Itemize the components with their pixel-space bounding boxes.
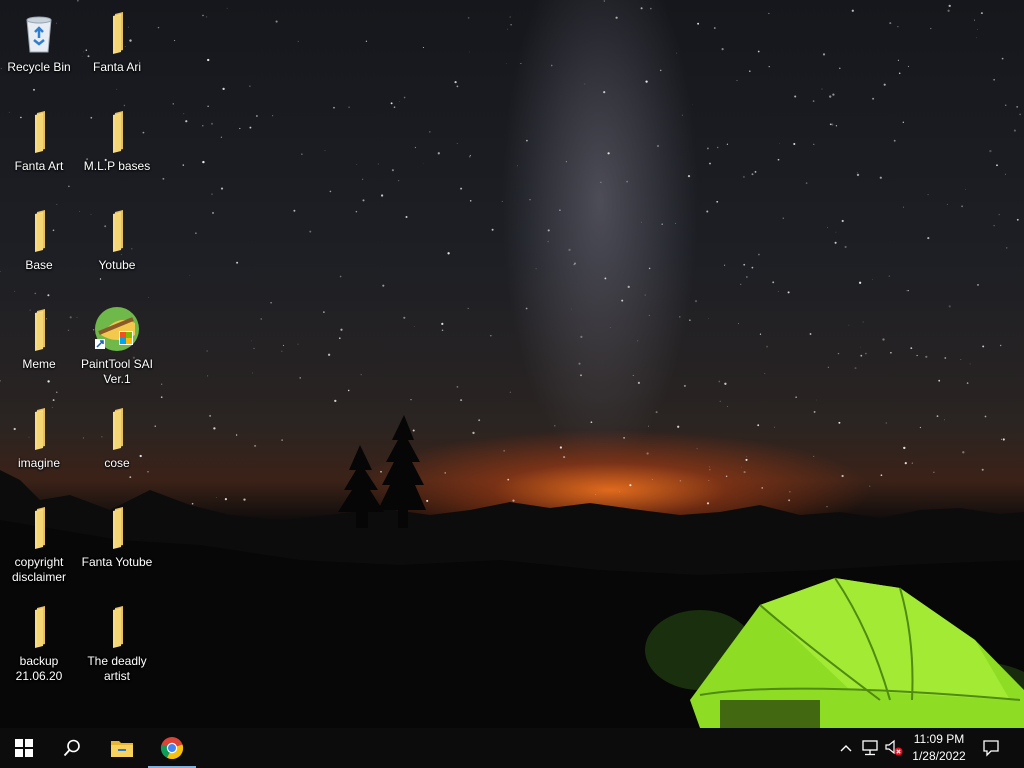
folder-icon — [93, 206, 141, 254]
folder-icon — [93, 8, 141, 56]
folder-icon — [15, 305, 63, 353]
action-center-button[interactable] — [981, 738, 1001, 758]
start-button[interactable] — [0, 728, 48, 768]
desktop-icon-label: copyright disclaimer — [11, 555, 66, 584]
folder-icon — [93, 107, 141, 155]
search-button[interactable] — [48, 728, 96, 768]
clock-date: 1/28/2022 — [912, 749, 966, 763]
network-button[interactable] — [860, 738, 880, 758]
windows-logo-icon — [15, 739, 33, 757]
chevron-up-icon — [840, 745, 852, 752]
desktop-icon-label: Meme — [22, 357, 56, 371]
desktop-icon-label: backup 21.06.20 — [15, 654, 63, 683]
notification-icon — [983, 740, 999, 757]
folder-icon — [15, 404, 63, 452]
desktop[interactable]: Recycle Bin Fanta Ari Fanta Art M.L.P bases… — [0, 0, 1024, 728]
desktop-icon-copyright-disclaimer[interactable]: copyright disclaimer — [1, 503, 77, 585]
chrome-button[interactable] — [148, 728, 196, 768]
desktop-icon-fanta-ari[interactable]: Fanta Ari — [79, 8, 155, 75]
folder-icon — [93, 404, 141, 452]
desktop-icon-cose[interactable]: cose — [79, 404, 155, 471]
desktop-icon-m-l-p-bases[interactable]: M.L.P bases — [79, 107, 155, 174]
clock-time: 11:09 PM — [913, 732, 965, 746]
desktop-icon-base[interactable]: Base — [1, 206, 77, 273]
volume-button[interactable] — [884, 738, 904, 758]
chrome-icon — [160, 737, 184, 760]
desktop-icon-label: Fanta Yotube — [81, 555, 153, 569]
desktop-icon-label: M.L.P bases — [83, 159, 151, 173]
show-hidden-icons-button[interactable] — [836, 738, 856, 758]
search-icon — [63, 739, 80, 757]
taskbar: 11:09 PM 1/28/2022 — [0, 728, 1024, 768]
desktop-icon-painttool-sai-ver-1[interactable]: PaintTool SAI Ver.1 — [79, 305, 155, 387]
volume-muted-icon — [885, 739, 903, 756]
desktop-icon-yotube[interactable]: Yotube — [79, 206, 155, 273]
desktop-icon-label: Fanta Ari — [92, 60, 142, 74]
desktop-icon-label: Yotube — [98, 258, 136, 272]
folder-icon — [15, 107, 63, 155]
desktop-icon-label: imagine — [17, 456, 61, 470]
folder-icon — [93, 602, 141, 650]
file-explorer-icon — [111, 741, 133, 757]
desktop-icon-label: PaintTool SAI Ver.1 — [80, 357, 154, 386]
folder-icon — [93, 503, 141, 551]
folder-icon — [15, 503, 63, 551]
desktop-icon-backup-21-06-20[interactable]: backup 21.06.20 — [1, 602, 77, 684]
clock[interactable]: 11:09 PM 1/28/2022 — [902, 731, 976, 765]
desktop-icon-label: The deadly artist — [87, 654, 147, 683]
desktop-icon-label: Fanta Art — [14, 159, 64, 173]
desktop-icon-the-deadly-artist[interactable]: The deadly artist — [79, 602, 155, 684]
desktop-icon-fanta-art[interactable]: Fanta Art — [1, 107, 77, 174]
desktop-icon-meme[interactable]: Meme — [1, 305, 77, 372]
desktop-icon-label: cose — [104, 456, 130, 470]
folder-icon — [15, 602, 63, 650]
desktop-icon-label: Base — [25, 258, 53, 272]
file-explorer-button[interactable] — [98, 728, 146, 768]
network-icon — [862, 740, 878, 756]
desktop-icon-imagine[interactable]: imagine — [1, 404, 77, 471]
folder-icon — [15, 206, 63, 254]
desktop-icon-fanta-yotube[interactable]: Fanta Yotube — [79, 503, 155, 570]
desktop-icon-recycle-bin[interactable]: Recycle Bin — [1, 8, 77, 75]
desktop-icon-label: Recycle Bin — [7, 60, 71, 74]
painttool-sai-icon — [93, 305, 141, 353]
recycle-bin-icon — [15, 8, 63, 56]
